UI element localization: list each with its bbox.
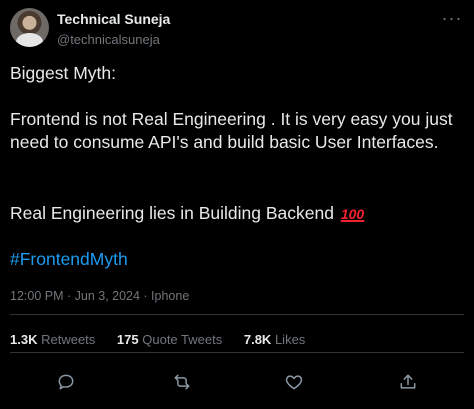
tweet-stats: 1.3K Retweets 175 Quote Tweets 7.8K Like… xyxy=(10,332,323,347)
share-button[interactable] xyxy=(396,370,420,394)
author-handle[interactable]: @technicalsuneja xyxy=(57,31,170,48)
retweet-icon xyxy=(172,372,192,392)
quotes-label: Quote Tweets xyxy=(142,332,223,347)
more-options-icon[interactable]: ··· xyxy=(440,9,464,30)
hundred-points-icon: 100 xyxy=(340,206,365,222)
tweet-actions xyxy=(0,364,474,398)
share-icon xyxy=(398,372,418,392)
quotes-count: 175 xyxy=(116,332,139,347)
tweet-card: Technical Suneja @technicalsuneja ··· Bi… xyxy=(0,0,474,409)
reply-icon xyxy=(56,372,76,392)
tweet-line-myth: Biggest Myth: xyxy=(10,63,117,83)
heart-icon xyxy=(284,372,304,392)
retweets-stat[interactable]: 1.3K Retweets xyxy=(10,332,95,347)
avatar-shirt xyxy=(16,33,43,47)
quotes-stat[interactable]: 175 Quote Tweets xyxy=(117,332,222,347)
like-button[interactable] xyxy=(282,370,306,394)
tweet-line-real-text: Real Engineering lies in Building Backen… xyxy=(10,203,334,223)
divider xyxy=(10,314,464,315)
hashtag-link[interactable]: #FrontendMyth xyxy=(10,249,128,269)
divider xyxy=(10,352,464,353)
likes-count: 7.8K xyxy=(243,332,272,347)
avatar[interactable] xyxy=(10,8,49,47)
author-block[interactable]: Technical Suneja @technicalsuneja xyxy=(57,11,170,48)
tweet-line-real: Real Engineering lies in Building Backen… xyxy=(10,202,364,226)
tweet-hashtag-line: #FrontendMyth xyxy=(10,248,128,271)
author-display-name[interactable]: Technical Suneja xyxy=(57,11,170,28)
likes-label: Likes xyxy=(274,332,306,347)
reply-button[interactable] xyxy=(54,370,78,394)
likes-stat[interactable]: 7.8K Likes xyxy=(244,332,305,347)
retweet-button[interactable] xyxy=(170,370,194,394)
retweets-label: Retweets xyxy=(41,332,96,347)
retweets-count: 1.3K xyxy=(10,332,38,347)
tweet-timestamp[interactable]: 12:00 PM · Jun 3, 2024 · Iphone xyxy=(10,289,189,303)
tweet-header: Technical Suneja @technicalsuneja ··· xyxy=(10,8,464,52)
tweet-line-frontend: Frontend is not Real Engineering . It is… xyxy=(10,109,453,152)
